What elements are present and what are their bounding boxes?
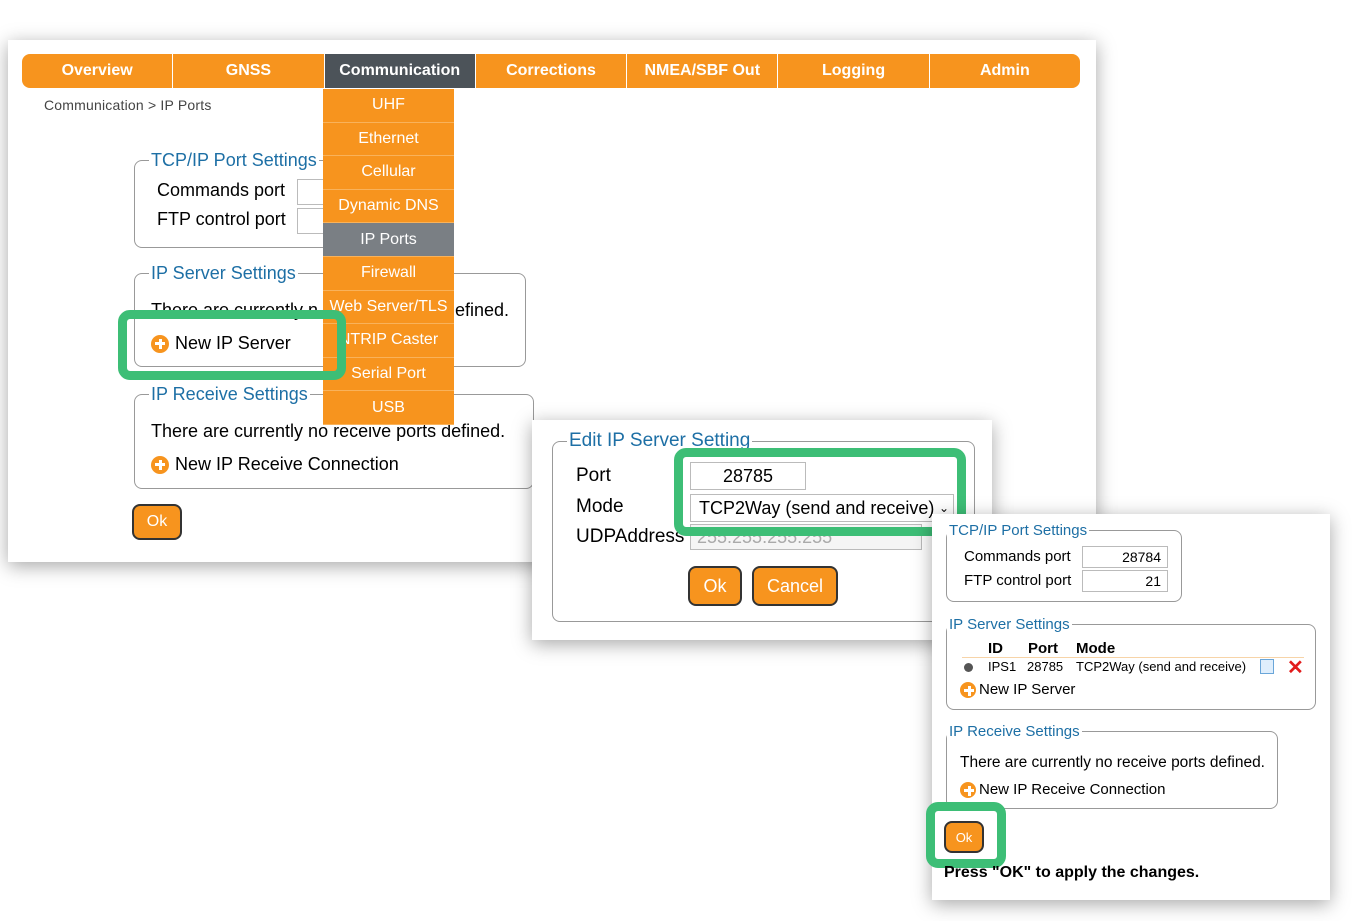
result-new-ip-receive-label: New IP Receive Connection bbox=[979, 781, 1166, 798]
edit-ok-button[interactable]: Ok bbox=[688, 566, 742, 606]
table-row: IPS1 28785 TCP2Way (send and receive) ✕ bbox=[962, 657, 1307, 679]
row-id: IPS1 bbox=[988, 659, 1017, 674]
col-mode-header: Mode bbox=[1076, 640, 1116, 657]
col-id-header: ID bbox=[988, 640, 1003, 657]
col-port-header: Port bbox=[1028, 640, 1058, 657]
breadcrumb: Communication > IP Ports bbox=[44, 97, 212, 113]
ip-server-empty-text-end: efined. bbox=[455, 300, 510, 320]
tcp-port-settings-legend: TCP/IP Port Settings bbox=[151, 150, 317, 170]
ip-server-settings-legend: IP Server Settings bbox=[151, 263, 296, 283]
apply-instructions: Press "OK" to apply the changes. bbox=[944, 864, 1200, 881]
udp-address-label: UDPAddress bbox=[576, 526, 685, 547]
plus-icon bbox=[960, 781, 976, 798]
server-table-header: ID Port Mode . bbox=[962, 640, 1304, 658]
edit-icon[interactable] bbox=[1260, 659, 1274, 674]
menu-item-usb[interactable]: USB bbox=[323, 391, 454, 425]
tab-admin[interactable]: Admin bbox=[929, 54, 1080, 88]
highlight-port-mode bbox=[674, 448, 966, 536]
tab-overview[interactable]: Overview bbox=[22, 54, 174, 88]
result-new-ip-receive-link[interactable]: New IP Receive Connection bbox=[960, 781, 1166, 798]
menu-item-firewall[interactable]: Firewall bbox=[323, 256, 454, 291]
result-ip-receive-settings-legend: IP Receive Settings bbox=[949, 723, 1080, 740]
menu-item-uhf[interactable]: UHF bbox=[323, 89, 454, 123]
result-ftp-port-label: FTP control port bbox=[964, 572, 1072, 589]
result-commands-port-label: Commands port bbox=[964, 548, 1071, 565]
highlight-new-ip-server bbox=[118, 310, 346, 380]
row-mode: TCP2Way (send and receive) bbox=[1076, 659, 1247, 674]
result-tcp-port-settings-legend: TCP/IP Port Settings bbox=[949, 522, 1088, 539]
top-nav: Overview GNSS Communication Corrections … bbox=[22, 54, 1080, 88]
plus-icon bbox=[151, 455, 169, 474]
new-ip-receive-link[interactable]: New IP Receive Connection bbox=[151, 454, 399, 475]
delete-icon[interactable]: ✕ bbox=[1287, 655, 1304, 680]
tab-gnss[interactable]: GNSS bbox=[173, 54, 325, 88]
status-dot-icon bbox=[964, 663, 973, 672]
result-commands-port-input[interactable]: 28784 bbox=[1082, 546, 1168, 568]
tab-communication[interactable]: Communication bbox=[324, 54, 476, 88]
edit-cancel-button[interactable]: Cancel bbox=[752, 566, 838, 606]
row-port: 28785 bbox=[1027, 659, 1064, 674]
result-new-ip-server-label: New IP Server bbox=[979, 681, 1076, 698]
result-ip-server-settings-legend: IP Server Settings bbox=[949, 616, 1070, 633]
new-ip-receive-label: New IP Receive Connection bbox=[175, 454, 399, 474]
ok-button[interactable]: Ok bbox=[132, 504, 182, 540]
port-label: Port bbox=[576, 465, 611, 486]
menu-item-ip-ports[interactable]: IP Ports bbox=[323, 223, 454, 257]
menu-item-ethernet[interactable]: Ethernet bbox=[323, 122, 454, 157]
result-ftp-port-input[interactable]: 21 bbox=[1082, 570, 1168, 592]
commands-port-label: Commands port bbox=[157, 180, 286, 200]
result-ip-receive-empty-text: There are currently no receive ports def… bbox=[960, 754, 1265, 771]
menu-item-cellular[interactable]: Cellular bbox=[323, 156, 454, 190]
plus-icon bbox=[960, 681, 976, 698]
mode-label: Mode bbox=[576, 496, 624, 517]
ip-receive-settings-legend: IP Receive Settings bbox=[151, 384, 308, 404]
ftp-port-label: FTP control port bbox=[157, 209, 286, 229]
menu-item-dynamic-dns[interactable]: Dynamic DNS bbox=[323, 189, 454, 224]
tab-logging[interactable]: Logging bbox=[778, 54, 930, 88]
result-new-ip-server-link[interactable]: New IP Server bbox=[960, 681, 1075, 698]
highlight-result-ok bbox=[926, 802, 1006, 868]
tab-corrections[interactable]: Corrections bbox=[475, 54, 628, 88]
tab-nmea-sbf-out[interactable]: NMEA/SBF Out bbox=[627, 54, 779, 88]
